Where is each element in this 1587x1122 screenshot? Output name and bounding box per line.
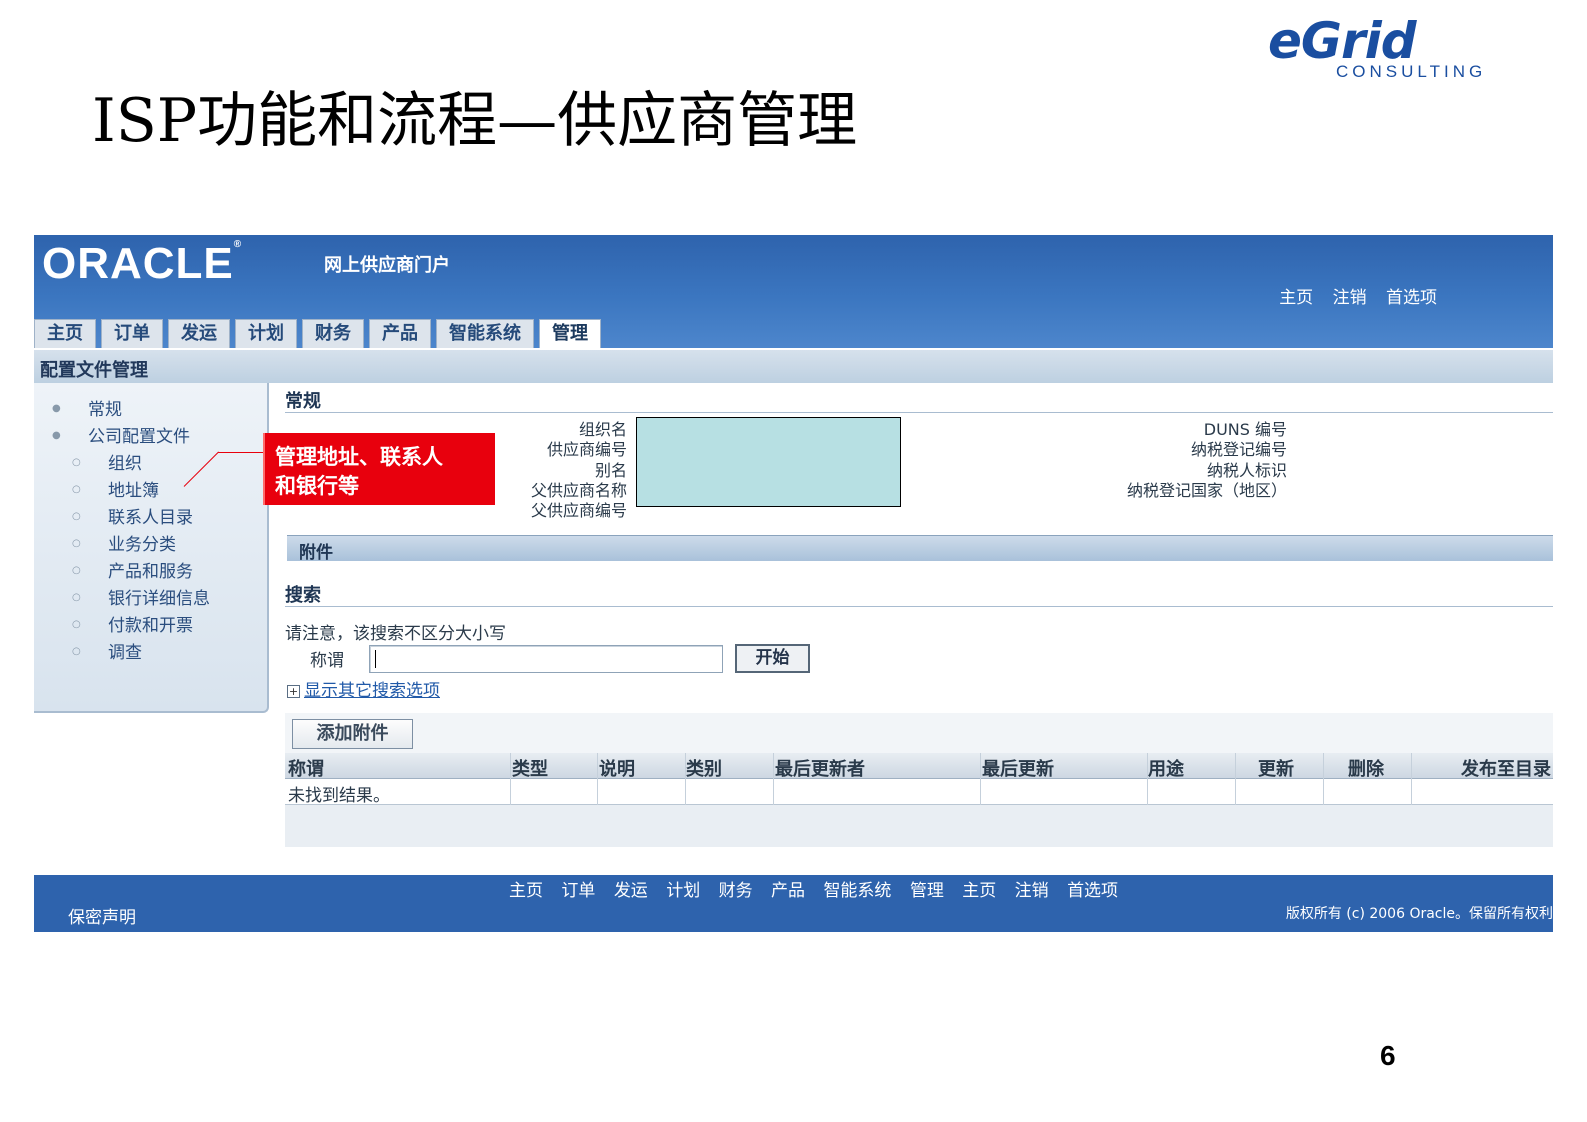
field-label-tax-reg-country: 纳税登记国家（地区） (1126, 481, 1287, 500)
sidebar-item-bank-details[interactable]: 银行详细信息 (108, 584, 210, 609)
circle-bullet-icon: ○ (72, 592, 81, 603)
column-header-update: 更新 (1258, 759, 1294, 780)
footer-link-admin[interactable]: 管理 (910, 881, 944, 901)
footer-link-planning[interactable]: 计划 (666, 881, 700, 901)
footer-link-products[interactable]: 产品 (771, 881, 805, 901)
tab-planning[interactable]: 计划 (235, 319, 297, 349)
tab-intelligence[interactable]: 智能系统 (436, 319, 534, 349)
callout-pointer (218, 452, 263, 453)
circle-bullet-icon: ○ (72, 646, 81, 657)
tab-admin[interactable]: 管理 (539, 319, 601, 349)
search-section-header: 搜索 (285, 581, 1553, 607)
column-header-usage[interactable]: 用途 (1148, 755, 1184, 781)
add-attachment-button[interactable]: 添加附件 (292, 719, 413, 749)
sidebar-item-address-book[interactable]: 地址簿 (108, 476, 159, 501)
footer-link-finance[interactable]: 财务 (719, 881, 753, 901)
field-label-parent-supplier-number: 父供应商编号 (530, 501, 627, 520)
sidebar-item-business-class[interactable]: 业务分类 (108, 530, 176, 555)
column-header-last-updated-by[interactable]: 最后更新者 (775, 755, 865, 781)
circle-bullet-icon: ○ (72, 565, 81, 576)
privacy-link[interactable]: 保密声明 (68, 903, 136, 928)
callout-line-1: 管理地址、联系人 (275, 445, 443, 469)
more-search-options-link[interactable]: + 显示其它搜索选项 (287, 676, 440, 701)
footer-link-home-2[interactable]: 主页 (962, 881, 996, 901)
callout-annotation: 管理地址、联系人 和银行等 (263, 433, 495, 505)
empty-message: 未找到结果。 (288, 786, 390, 806)
app-footer: 主页 订单 发运 计划 财务 产品 智能系统 管理 主页 注销 首选项 保密声明… (34, 875, 1553, 932)
global-link-home[interactable]: 主页 (1279, 288, 1313, 308)
redacted-values-box (636, 417, 901, 507)
column-header-last-updated[interactable]: 最后更新 (982, 755, 1054, 781)
bullet-icon: ● (52, 403, 61, 414)
global-links: 主页 注销 首选项 (1265, 283, 1437, 308)
callout-line-2: 和银行等 (275, 474, 359, 498)
tab-products[interactable]: 产品 (369, 319, 431, 349)
subtab-profile-management[interactable]: 配置文件管理 (40, 356, 148, 382)
circle-bullet-icon: ○ (72, 619, 81, 630)
search-input[interactable] (369, 645, 723, 673)
tab-home[interactable]: 主页 (34, 319, 96, 349)
slide-title: ISP功能和流程—供应商管理 (92, 86, 858, 156)
expand-plus-icon[interactable]: + (287, 684, 300, 698)
footer-link-preferences[interactable]: 首选项 (1067, 881, 1118, 901)
column-header-publish-catalog: 发布至目录 (1461, 759, 1551, 780)
oracle-logo: ORACLE® (42, 239, 243, 288)
table-footer-area (285, 805, 1553, 847)
portal-name: 网上供应商门户 (324, 255, 450, 276)
column-header-category[interactable]: 类别 (686, 755, 722, 781)
app-banner: ORACLE® 网上供应商门户 主页 注销 首选项 主页 订单 发运 计划 财务… (34, 235, 1553, 349)
bullet-icon: ● (52, 430, 61, 441)
go-button[interactable]: 开始 (735, 644, 810, 673)
sidebar-item-survey[interactable]: 调查 (108, 638, 142, 663)
column-header-description[interactable]: 说明 (599, 755, 635, 781)
sidebar-item-organization[interactable]: 组织 (108, 449, 142, 474)
general-section-header: 常规 (285, 387, 1553, 413)
global-link-logout[interactable]: 注销 (1333, 288, 1367, 308)
sidebar-item-payment-invoicing[interactable]: 付款和开票 (108, 611, 193, 636)
global-link-preferences[interactable]: 首选项 (1386, 288, 1437, 308)
main-tabs: 主页 订单 发运 计划 财务 产品 智能系统 管理 (34, 319, 606, 349)
app-screenshot: ORACLE® 网上供应商门户 主页 注销 首选项 主页 订单 发运 计划 财务… (34, 235, 1553, 932)
egrid-logo: eGrid CONSULTING (1268, 12, 1558, 88)
attachments-header: 附件 (287, 535, 1553, 563)
column-header-type[interactable]: 类型 (512, 755, 548, 781)
sidebar-item-company-profile[interactable]: 公司配置文件 (88, 422, 190, 447)
tab-orders[interactable]: 订单 (101, 319, 163, 349)
circle-bullet-icon: ○ (72, 457, 81, 468)
copyright-text: 版权所有 (c) 2006 Oracle。保留所有权利 (1285, 906, 1553, 922)
add-attachment-bar: 添加附件 (285, 713, 1553, 753)
logo-sub: CONSULTING (1336, 62, 1487, 81)
table-row: 未找到结果。 (285, 779, 1553, 806)
subtab-bar: 配置文件管理 (34, 348, 1553, 383)
circle-bullet-icon: ○ (72, 511, 81, 522)
attachments-table-header: 称谓 类型 说明 类别 最后更新者 最后更新 用途 更新 删除 发布至目录 (285, 753, 1553, 781)
footer-link-orders[interactable]: 订单 (561, 881, 595, 901)
search-note: 请注意，该搜索不区分大小写 (285, 624, 506, 644)
column-header-title[interactable]: 称谓 (288, 755, 324, 781)
column-header-delete: 删除 (1348, 759, 1384, 780)
footer-link-intelligence[interactable]: 智能系统 (823, 881, 891, 901)
search-label: 称谓 (310, 651, 344, 671)
circle-bullet-icon: ○ (72, 484, 81, 495)
tab-shipments[interactable]: 发运 (168, 319, 230, 349)
footer-link-home[interactable]: 主页 (509, 881, 543, 901)
sidebar-item-general[interactable]: 常规 (88, 395, 122, 420)
circle-bullet-icon: ○ (72, 538, 81, 549)
footer-link-shipments[interactable]: 发运 (614, 881, 648, 901)
tab-finance[interactable]: 财务 (302, 319, 364, 349)
sidebar: ● 常规 ● 公司配置文件 ○ 组织 ○ 地址簿 ○ 联系人目录 ○ 业务分类 … (34, 383, 269, 713)
footer-link-logout[interactable]: 注销 (1015, 881, 1049, 901)
sidebar-item-contacts[interactable]: 联系人目录 (108, 503, 193, 528)
sidebar-item-products-services[interactable]: 产品和服务 (108, 557, 193, 582)
footer-links: 主页 订单 发运 计划 财务 产品 智能系统 管理 主页 注销 首选项 (509, 876, 1131, 901)
page-number: 6 (1380, 1040, 1396, 1071)
